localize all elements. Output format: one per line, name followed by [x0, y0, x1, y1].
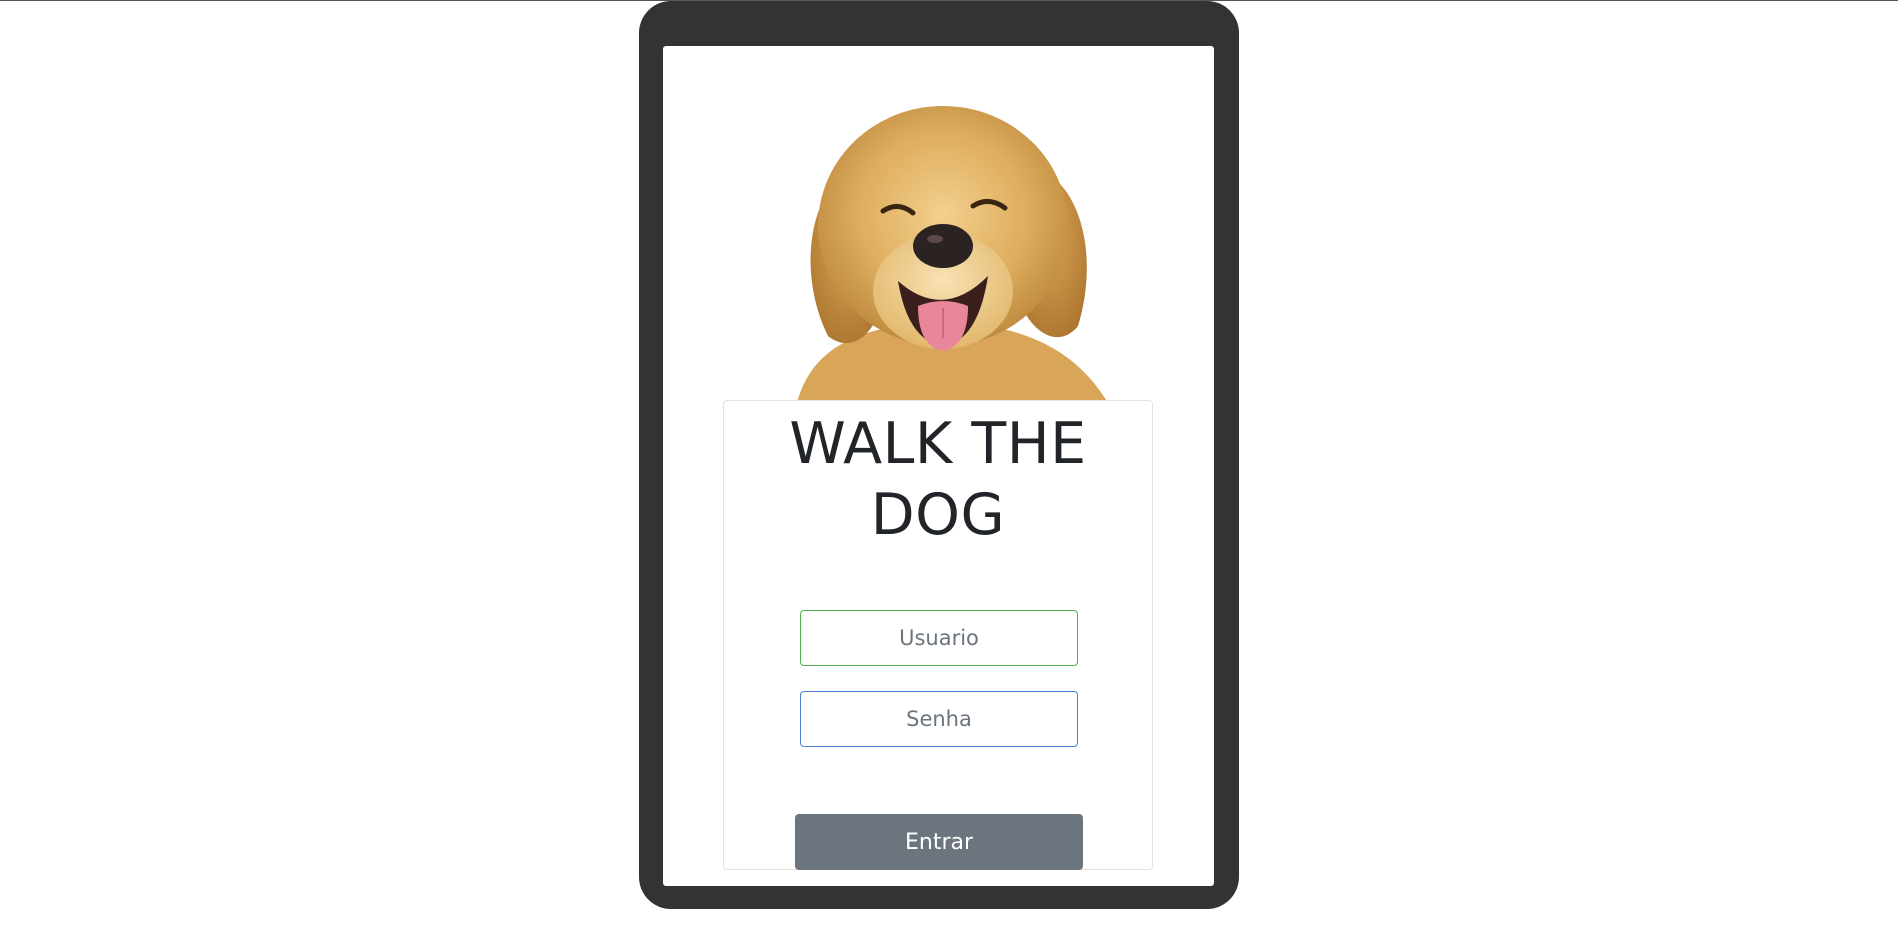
page: WALK THE DOG Entrar — [0, 0, 1898, 942]
login-button[interactable]: Entrar — [795, 814, 1083, 870]
username-input[interactable] — [800, 610, 1078, 666]
password-input[interactable] — [800, 691, 1078, 747]
device-frame: WALK THE DOG Entrar — [639, 1, 1239, 909]
login-card: WALK THE DOG Entrar — [723, 400, 1153, 870]
golden-retriever-photo — [793, 106, 1118, 421]
app-title: WALK THE DOG — [789, 411, 1087, 548]
device-screen: WALK THE DOG Entrar — [663, 46, 1214, 886]
